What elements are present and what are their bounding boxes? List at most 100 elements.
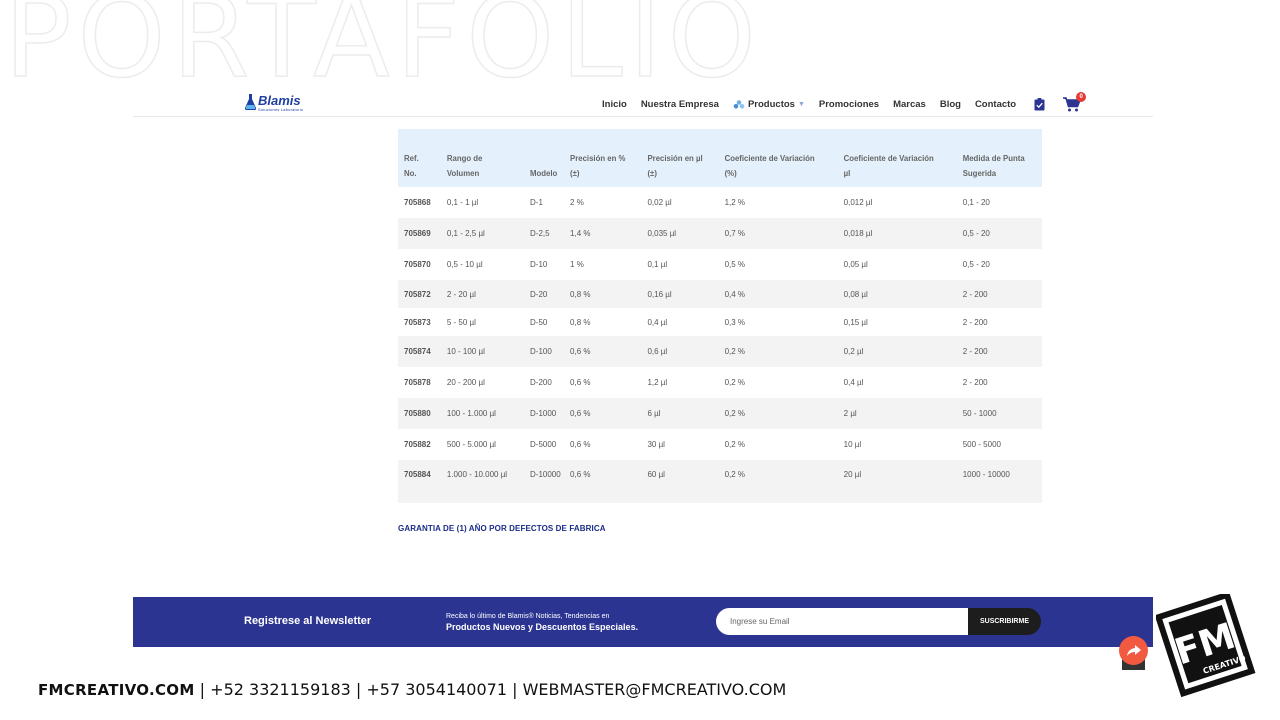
table-row: 705882 500 - 5.000 µl D-5000 0,6 % 30 µl 0,2 … (398, 429, 1042, 460)
table-header-cell: Coeficiente de Variación µl (838, 129, 957, 187)
cart-button[interactable]: 0 (1063, 92, 1087, 112)
table-cell: 0,4 µl (647, 317, 668, 327)
table-cell: D-10 (530, 260, 548, 269)
table-cell: 0,15 µl (843, 317, 868, 327)
table-row: 705878 20 - 200 µl D-200 0,6 % 1,2 µl 0,2 % 0,… (398, 367, 1042, 398)
table-cell: 0,02 µl (647, 198, 672, 207)
products-icon (733, 100, 745, 109)
table-cell: 0,6 µl (647, 347, 668, 356)
nav-inicio[interactable]: Inicio (602, 99, 627, 110)
table-cell: 0,08 µl (843, 289, 868, 299)
table-row: 705873 5 - 50 µl D-50 0,8 % 0,4 µl 0,3 % 0,15 … (398, 308, 1042, 336)
header-line (530, 151, 561, 166)
table-cell: 30 µl (647, 440, 665, 449)
table-cell: 10 - 100 µl (446, 347, 485, 356)
table-header-cell: Coeficiente de Variación (%) (719, 129, 838, 187)
header-line: (±) (570, 169, 580, 178)
table-cell: 2 % (570, 198, 584, 207)
table-header-cell: Modelo (524, 129, 564, 187)
table-cell: 0,5 - 20 (962, 229, 990, 238)
header-line: Rango de (446, 154, 483, 163)
header-line: Coeficiente de Variación (843, 154, 934, 163)
table-cell: 0,8 % (570, 317, 591, 327)
table-cell: 705868 (404, 198, 431, 207)
subscribe-button[interactable]: SUSCRIBIRME (968, 608, 1041, 635)
table-cell: 0,1 - 1 µl (446, 198, 479, 207)
logo-tagline: Soluciones Laboratorio (258, 107, 304, 112)
specs-table: Ref. No. Rango de Volumen Modelo Precisión e… (398, 129, 1042, 503)
table-cell: 0,5 - 10 µl (446, 260, 483, 269)
footer-brand[interactable]: FMCREATIVO.COM (38, 681, 195, 699)
table-cell: 0,05 µl (843, 260, 868, 269)
nav-nuestra-empresa[interactable]: Nuestra Empresa (641, 99, 719, 110)
table-cell: 0,3 % (724, 317, 746, 327)
footer-contact-line: FMCREATIVO.COM | +52 3321159183 | +57 30… (38, 680, 786, 700)
blamis-logo[interactable]: Blamis Soluciones Laboratorio (245, 94, 303, 112)
share-button[interactable] (1119, 636, 1148, 665)
table-row: 705874 10 - 100 µl D-100 0,6 % 0,6 µl 0,2 % 0,… (398, 336, 1042, 367)
header-line: Volumen (446, 169, 480, 178)
table-cell: 705882 (404, 440, 431, 449)
table-cell: 20 - 200 µl (446, 378, 485, 387)
header-line: Modelo (530, 169, 558, 178)
logo-name: Blamis (258, 93, 301, 108)
table-header-row: Ref. No. Rango de Volumen Modelo Precisión e… (398, 129, 1042, 187)
nav-productos[interactable]: Productos ▼ (733, 99, 805, 110)
table-cell: 60 µl (647, 470, 665, 479)
nav-blog[interactable]: Blog (940, 99, 961, 110)
table-cell: D-100 (530, 347, 552, 356)
table-header-cell: Precisión en µl (±) (641, 129, 718, 187)
table-cell: D-50 (530, 317, 548, 327)
newsletter-email-input[interactable] (716, 608, 968, 635)
specs-table-container: Ref. No. Rango de Volumen Modelo Precisión e… (398, 129, 1042, 503)
table-cell: D-5000 (530, 440, 557, 449)
table-cell: 0,1 µl (647, 260, 668, 269)
table-cell: 0,2 µl (843, 347, 864, 356)
background-title: PORTAFOLIO (3, 0, 762, 103)
newsletter-line-1: Reciba lo último de Blamis® Noticias, Te… (446, 613, 610, 620)
table-cell: D-20 (530, 289, 548, 299)
table-row: 705868 0,1 - 1 µl D-1 2 % 0,02 µl 1,2 % 0,012 … (398, 187, 1042, 218)
table-cell: 2 µl (843, 409, 857, 418)
header-line: Medida de Punta (962, 154, 1025, 163)
newsletter-text: Reciba lo último de Blamis® Noticias, Te… (446, 611, 638, 633)
nav-contacto[interactable]: Contacto (975, 99, 1016, 110)
table-cell: 705880 (404, 409, 431, 418)
table-header-cell: Rango de Volumen (441, 129, 524, 187)
table-cell: 1 % (570, 260, 584, 269)
header-line: Precisión en % (570, 154, 626, 163)
table-cell: 0,5 % (724, 260, 746, 269)
nav-promociones[interactable]: Promociones (819, 99, 879, 110)
table-cell: 0,6 % (570, 470, 591, 479)
header-line: µl (843, 169, 851, 178)
table-cell: 50 - 1000 (962, 409, 997, 418)
table-cell: 2 - 200 (962, 378, 988, 387)
table-cell: 0,8 % (570, 289, 591, 299)
table-cell: D-1 (530, 198, 543, 207)
table-cell: 1.000 - 10.000 µl (446, 470, 508, 479)
table-cell: 705869 (404, 229, 431, 238)
table-cell: D-1000 (530, 409, 557, 418)
table-cell: 500 - 5.000 µl (446, 440, 496, 449)
table-cell: 0,2 % (724, 409, 746, 418)
table-cell: 705873 (404, 317, 431, 327)
clipboard-check-icon[interactable] (1034, 98, 1045, 111)
table-cell: 500 - 5000 (962, 440, 1001, 449)
table-cell: 705884 (404, 470, 431, 479)
warranty-note: GARANTIA DE (1) AÑO POR DEFECTOS DE FABR… (398, 524, 606, 533)
newsletter-line-2: Productos Nuevos y Descuentos Especiales… (446, 622, 639, 632)
table-header-cell: Medida de Punta Sugerida (957, 129, 1042, 187)
table-cell: 0,7 % (724, 229, 746, 238)
header-line: Ref. (404, 154, 419, 163)
table-cell: 6 µl (647, 409, 661, 418)
table-row: 705870 0,5 - 10 µl D-10 1 % 0,1 µl 0,5 % 0,05 … (398, 249, 1042, 280)
table-cell: 0,4 µl (843, 378, 864, 387)
main-nav: Inicio Nuestra Empresa Productos ▼ Promo… (602, 92, 1087, 112)
table-cell: 0,6 % (570, 347, 591, 356)
table-header-cell: Precisión en % (±) (564, 129, 641, 187)
nav-marcas[interactable]: Marcas (893, 99, 926, 110)
table-cell: D-2,5 (530, 229, 550, 238)
share-icon (1126, 644, 1141, 656)
header-line: Precisión en µl (647, 154, 703, 163)
nav-productos-label: Productos (747, 99, 795, 110)
